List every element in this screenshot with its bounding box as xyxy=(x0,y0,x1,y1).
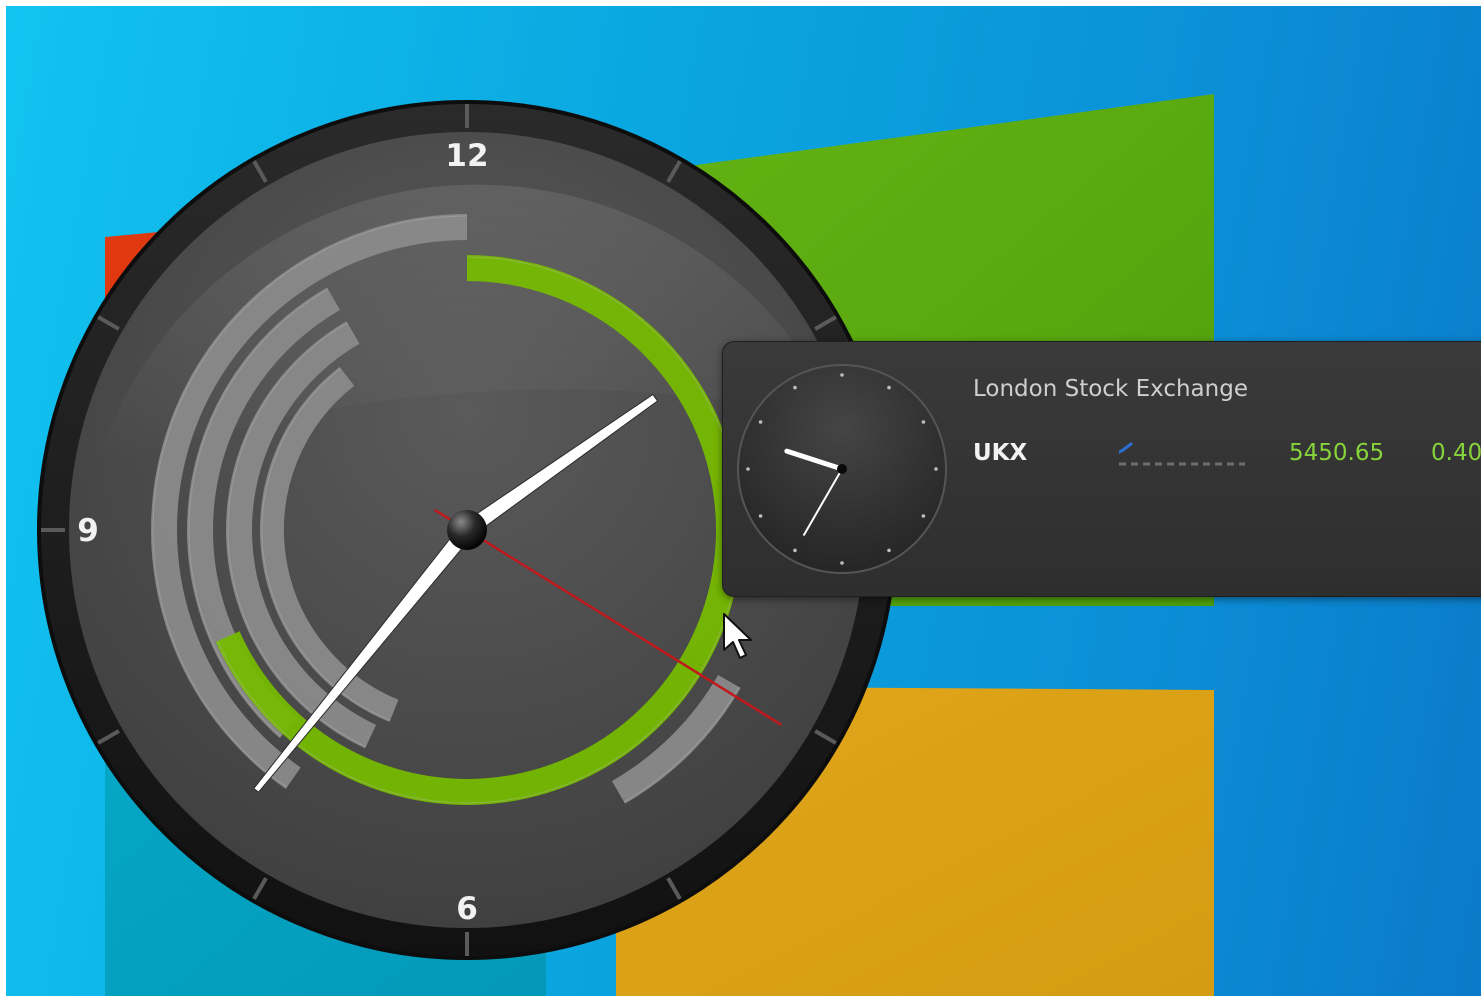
clock-number-12: 12 xyxy=(445,138,488,174)
mini-clock-tick xyxy=(793,385,797,390)
mouse-cursor-icon xyxy=(723,613,752,659)
mini-clock-tick xyxy=(746,467,750,471)
ticker-symbol: UKX xyxy=(973,440,1028,466)
mini-clock-tick xyxy=(840,373,844,377)
ticker-change: 0.40 xyxy=(1431,440,1481,466)
center-knob xyxy=(447,510,487,550)
desktop-screen: 12 9 6 London Stock Exchange UKX 5450.65 xyxy=(0,0,1481,996)
mini-clock-tick xyxy=(840,561,844,565)
clock-number-9: 9 xyxy=(77,513,99,549)
mini-clock-center xyxy=(837,464,847,474)
mini-clock-tick xyxy=(887,548,891,553)
sparkline-trend-mark xyxy=(1119,442,1133,454)
exchange-name: London Stock Exchange xyxy=(973,376,1248,402)
mini-clock-tick xyxy=(934,467,938,471)
mini-clock-tick xyxy=(921,514,926,518)
clock-number-6: 6 xyxy=(456,891,478,927)
world-clock-popup[interactable]: London Stock Exchange UKX 5450.65 0.40 xyxy=(722,341,1481,597)
mini-clock-tick xyxy=(758,514,763,518)
ticker-price: 5450.65 xyxy=(1289,440,1385,466)
mini-clock-tick xyxy=(887,385,891,390)
mini-clock-tick xyxy=(921,420,926,424)
mini-clock xyxy=(737,364,947,574)
ticker-row[interactable]: UKX 5450.65 0.40 xyxy=(973,440,1481,470)
sparkline-chart xyxy=(1119,442,1245,466)
mini-clock-tick xyxy=(793,548,797,553)
mini-clock-tick xyxy=(758,420,763,424)
